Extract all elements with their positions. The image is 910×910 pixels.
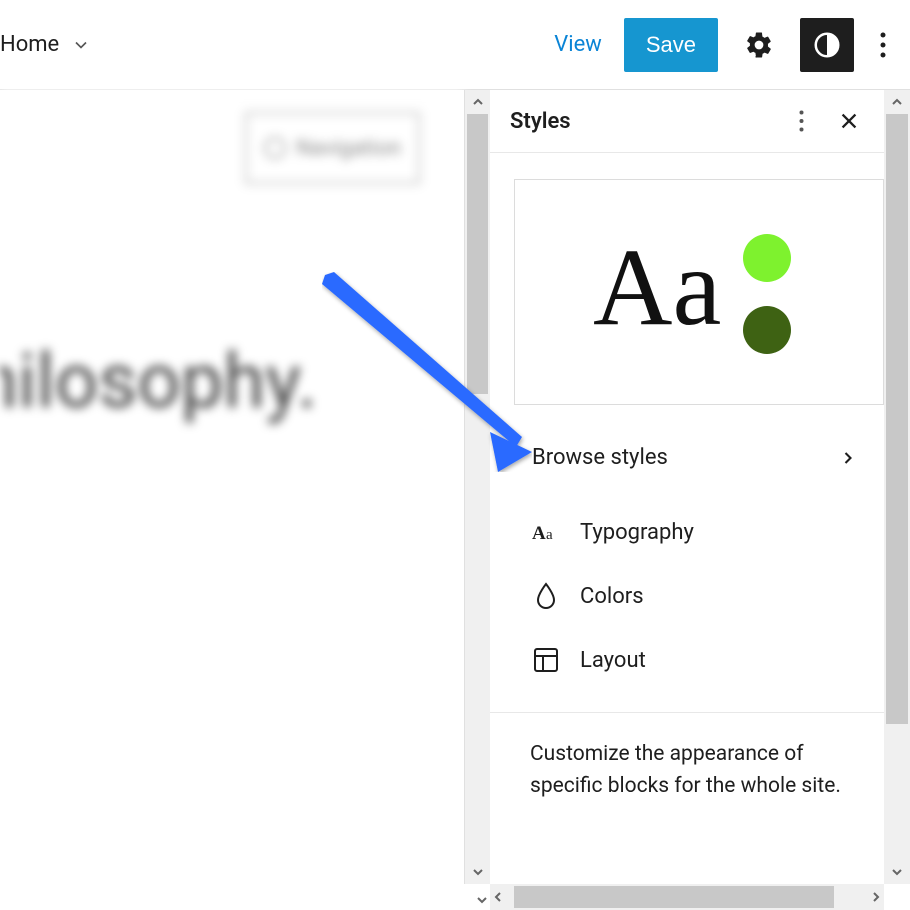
svg-text:A: A [532,523,546,542]
scroll-down-icon[interactable] [884,860,910,884]
scroll-up-icon[interactable] [465,90,490,114]
navigation-block[interactable]: Navigation [245,112,420,184]
sidebar-title: Styles [510,109,571,134]
scroll-right-icon[interactable] [870,891,882,903]
gear-icon [744,30,774,60]
colors-label: Colors [580,584,644,609]
canvas-vertical-scrollbar[interactable] [464,90,490,884]
styles-sidebar: Styles Aa [490,90,910,910]
scroll-up-icon[interactable] [884,90,910,114]
style-preview-card[interactable]: Aa [514,179,884,405]
top-toolbar: Home View Save [0,0,910,90]
layout-row[interactable]: Layout [490,628,884,692]
sidebar-close-button[interactable] [834,106,864,136]
sidebar-header: Styles [490,90,884,153]
toolbar-actions: View Save [546,18,898,72]
preview-sample-text: Aa [593,232,721,342]
sidebar-horizontal-scrollbar[interactable] [490,884,884,910]
scrollbar-thumb[interactable] [886,114,908,724]
styles-toggle-button[interactable] [800,18,854,72]
scroll-down-icon[interactable] [465,860,490,884]
navigation-block-label: Navigation [296,136,401,161]
scrollbar-thumb[interactable] [467,114,488,394]
close-icon [838,110,860,132]
kebab-icon [880,32,886,58]
layout-label: Layout [580,648,646,673]
drop-icon [532,582,560,610]
typography-icon: Aa [532,518,560,546]
sidebar-divider [490,712,884,713]
layout-icon [532,646,560,674]
canvas-scroll-corner [0,884,490,910]
editor-canvas-wrap: Navigation hilosophy. [0,90,490,910]
nav-home-label: Home [0,32,59,57]
chevron-right-icon [838,448,858,468]
sidebar-description: Customize the appearance of specific blo… [490,739,884,802]
settings-button[interactable] [732,18,786,72]
breadcrumb[interactable]: Home [0,32,91,57]
typography-row[interactable]: Aa Typography [490,500,884,564]
colors-row[interactable]: Colors [490,564,884,628]
kebab-icon [799,110,804,132]
view-link[interactable]: View [546,32,610,57]
preview-primary-swatch [743,234,791,282]
scrollbar-thumb[interactable] [514,886,834,908]
save-button[interactable]: Save [624,18,718,72]
browse-styles-label: Browse styles [532,445,668,470]
main-area: Navigation hilosophy. Styles [0,90,910,910]
canvas-heading: hilosophy. [0,336,317,426]
scroll-down-icon[interactable] [476,894,488,906]
sidebar-vertical-scrollbar[interactable] [884,90,910,884]
sidebar-more-button[interactable] [786,106,816,136]
more-options-button[interactable] [868,18,898,72]
contrast-icon [812,30,842,60]
preview-secondary-swatch [743,306,791,354]
svg-text:a: a [546,527,553,542]
typography-label: Typography [580,520,694,545]
editor-canvas[interactable]: Navigation hilosophy. [0,90,464,884]
browse-styles-row[interactable]: Browse styles [490,415,884,500]
scroll-left-icon[interactable] [492,891,504,903]
compass-icon [264,137,286,159]
chevron-down-icon [71,35,91,55]
